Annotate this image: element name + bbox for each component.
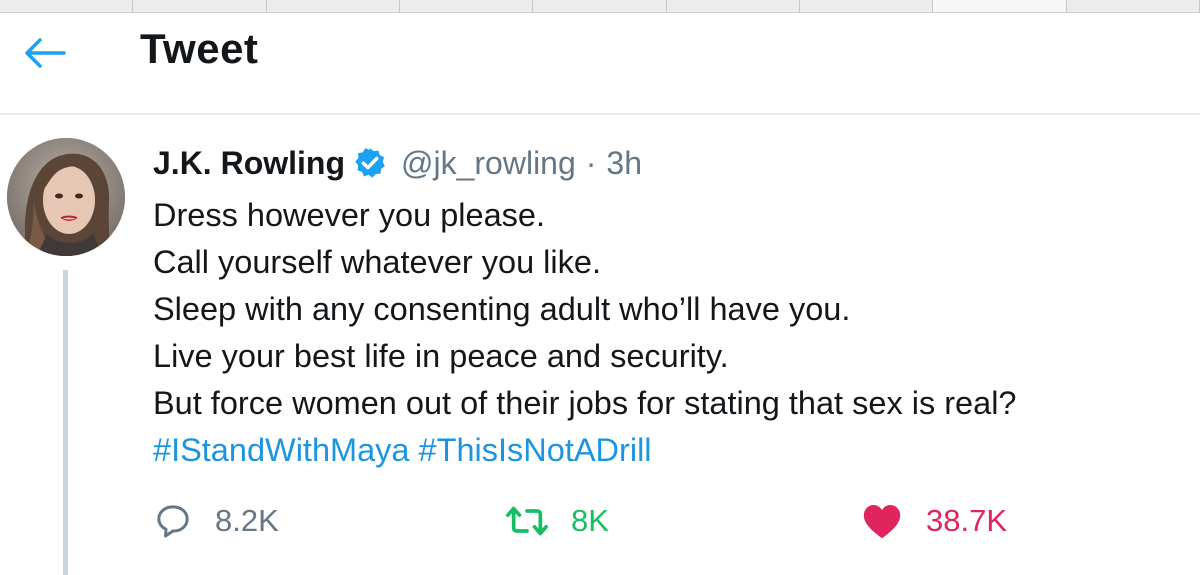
tweet-timestamp[interactable]: 3h bbox=[606, 145, 642, 182]
reply-count: 8.2K bbox=[215, 503, 279, 538]
speech-bubble-icon bbox=[157, 505, 189, 538]
browser-tab[interactable] bbox=[400, 0, 534, 12]
retweet-button[interactable]: 8K bbox=[505, 496, 609, 546]
avatar-photo bbox=[7, 138, 125, 256]
tweet-text: Dress however you please. Call yourself … bbox=[153, 192, 1193, 474]
browser-tab[interactable] bbox=[533, 0, 667, 12]
retweet-count: 8K bbox=[571, 503, 609, 538]
verified-badge-icon bbox=[353, 146, 387, 180]
tweet-text-line: Call yourself whatever you like. bbox=[153, 244, 601, 280]
like-count: 38.7K bbox=[926, 503, 1008, 538]
tweet-text-line: Live your best life in peace and securit… bbox=[153, 338, 729, 374]
tweet-header: J.K. Rowling @jk_rowling · 3h bbox=[153, 140, 642, 186]
like-button[interactable]: 38.7K bbox=[860, 496, 1007, 546]
browser-tab[interactable] bbox=[267, 0, 400, 12]
author-name[interactable]: J.K. Rowling bbox=[153, 145, 345, 182]
browser-tab[interactable] bbox=[1067, 0, 1200, 12]
back-button[interactable] bbox=[20, 33, 70, 73]
browser-tab[interactable] bbox=[133, 0, 267, 12]
browser-tab-active[interactable] bbox=[933, 0, 1067, 12]
author-handle[interactable]: @jk_rowling bbox=[401, 145, 576, 182]
hashtag-line: #IStandWithMaya #ThisIsNotADrill bbox=[153, 427, 1193, 474]
browser-tab[interactable] bbox=[667, 0, 800, 12]
page-header: Tweet bbox=[0, 13, 1200, 115]
browser-tab-strip bbox=[0, 0, 1200, 13]
reply-button[interactable]: 8.2K bbox=[153, 496, 279, 546]
heart-icon bbox=[863, 505, 901, 539]
tweet-text-line: Sleep with any consenting adult who’ll h… bbox=[153, 291, 851, 327]
page-title: Tweet bbox=[140, 25, 259, 72]
browser-tab[interactable] bbox=[800, 0, 934, 12]
browser-tab[interactable] bbox=[0, 0, 134, 12]
tweet-text-line: Dress however you please. bbox=[153, 197, 545, 233]
arrow-left-icon bbox=[25, 38, 66, 68]
tweet-actions: 8.2K 8K 38.7K bbox=[153, 496, 1153, 546]
tweet-text-line: But force women out of their jobs for st… bbox=[153, 385, 1017, 421]
hashtag-link[interactable]: #ThisIsNotADrill bbox=[419, 432, 652, 468]
retweet-arrows-icon bbox=[506, 506, 548, 536]
avatar[interactable] bbox=[7, 138, 125, 256]
hashtag-link[interactable]: #IStandWithMaya bbox=[153, 432, 410, 468]
separator-dot: · bbox=[585, 144, 597, 181]
thread-connector-line bbox=[63, 270, 68, 575]
